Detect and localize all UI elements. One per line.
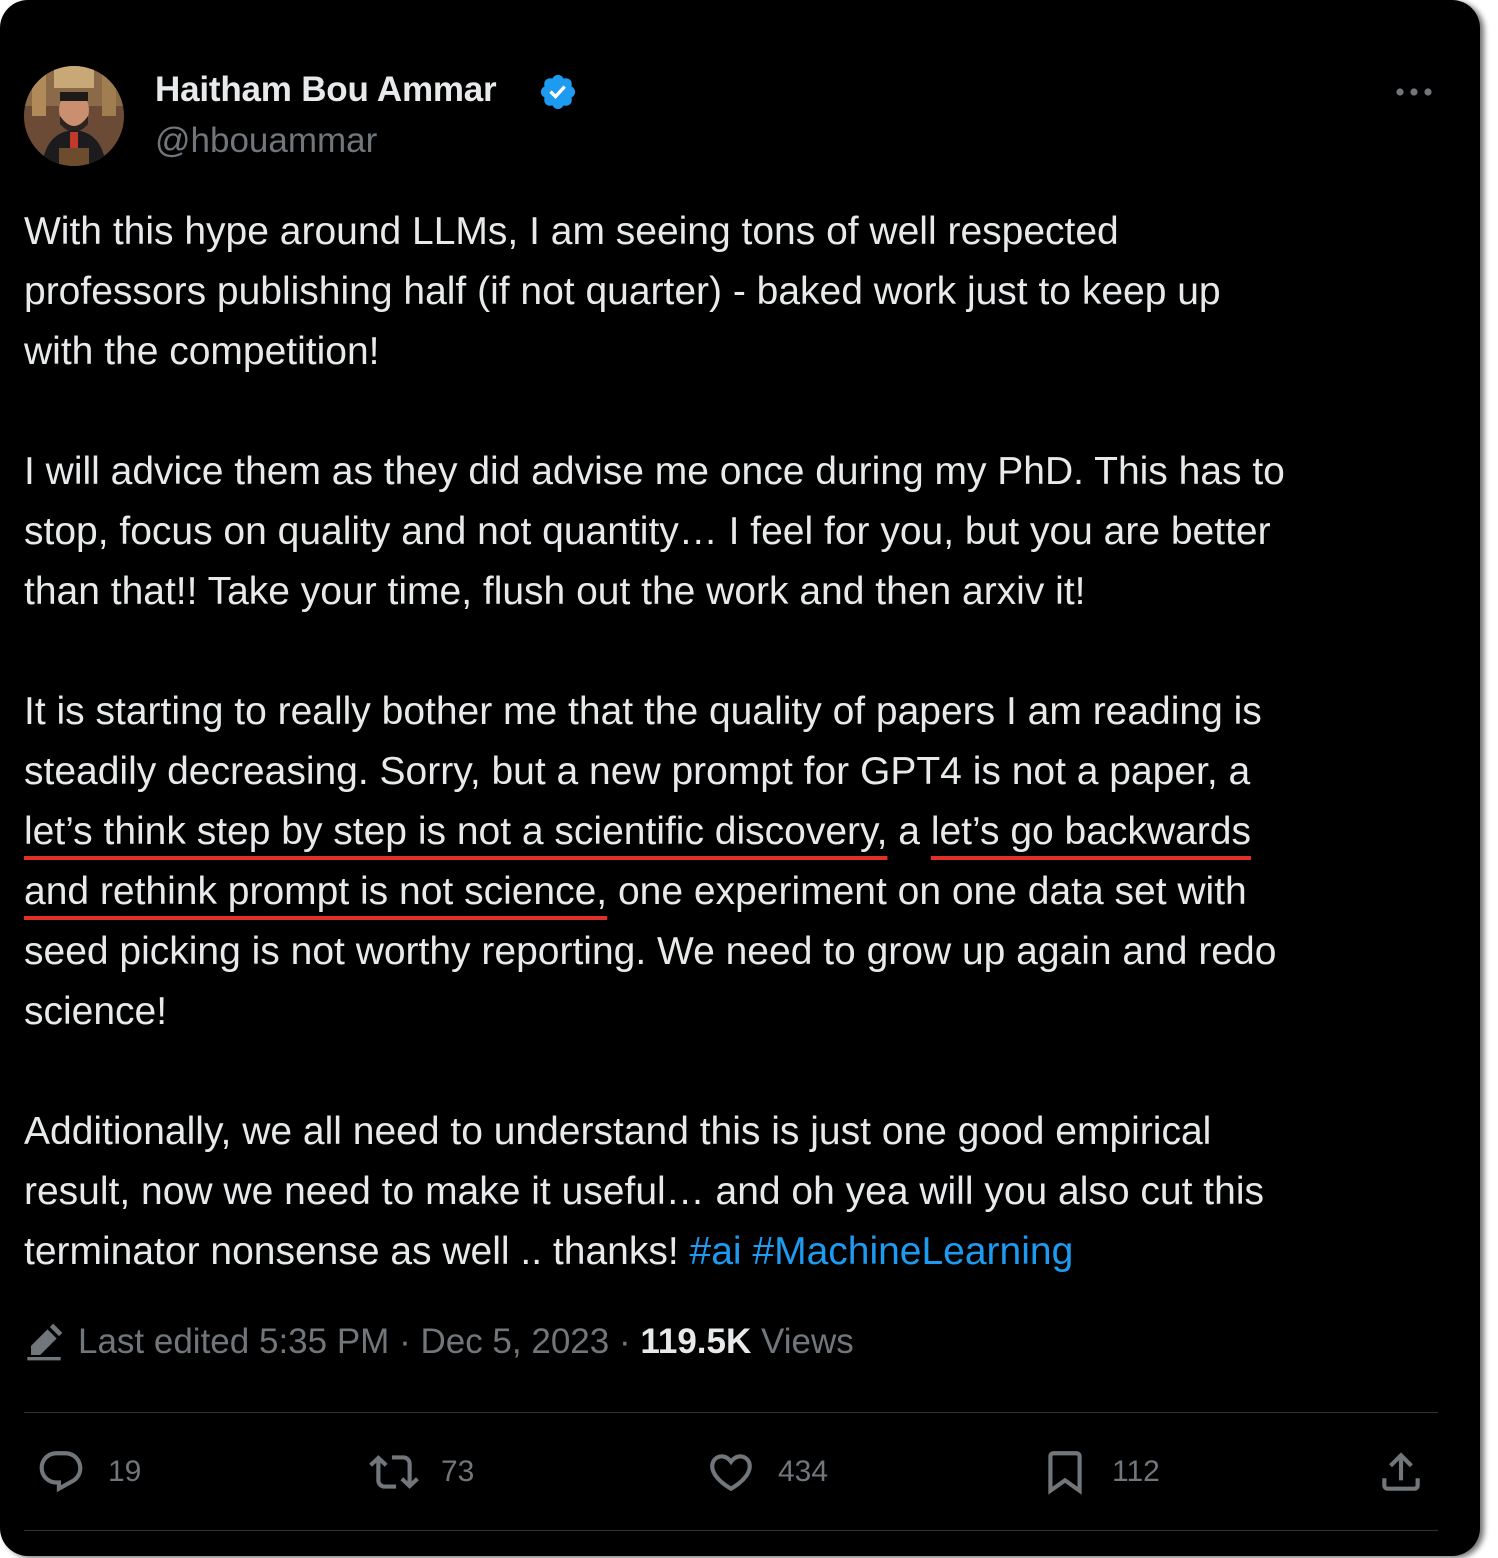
text-line: terminator nonsense as well .. thanks! #… xyxy=(24,1222,1454,1282)
edited-label[interactable]: Last edited xyxy=(78,1322,249,1362)
text-fragment: a xyxy=(887,810,931,853)
tweet-text: With this hype around LLMs, I am seeing … xyxy=(24,202,1454,1282)
text-line: and rethink prompt is not science, one e… xyxy=(24,862,1454,922)
repost-icon xyxy=(369,1455,419,1489)
tweet-paragraph-4: Additionally, we all need to understand … xyxy=(24,1102,1454,1282)
heart-icon xyxy=(710,1454,752,1492)
tweet-card: Haitham Bou Ammar @hbouammar With this h… xyxy=(0,0,1480,1556)
like-count: 434 xyxy=(778,1455,829,1488)
tweet-time[interactable]: 5:35 PM xyxy=(259,1322,389,1362)
tweet-paragraph-2: I will advice them as they did advise me… xyxy=(24,442,1454,622)
share-button[interactable] xyxy=(1376,1446,1426,1498)
underlined-phrase: and rethink prompt is not science, xyxy=(24,870,608,913)
text-line: result, now we need to make it useful… a… xyxy=(24,1170,1264,1213)
underlined-phrase: let’s think step by step is not a scient… xyxy=(24,810,888,853)
text-line: I will advice them as they did advise me… xyxy=(24,450,1285,493)
text-line: steadily decreasing. Sorry, but a new pr… xyxy=(24,750,1251,793)
text-fragment: one experiment on one data set with xyxy=(607,870,1247,913)
separator: · xyxy=(399,1322,411,1361)
reply-count: 19 xyxy=(108,1455,142,1488)
views-label: Views xyxy=(761,1322,854,1361)
hashtag-link-machinelearning[interactable]: #MachineLearning xyxy=(752,1230,1073,1273)
text-line: Additionally, we all need to understand … xyxy=(24,1110,1212,1153)
author-handle[interactable]: @hbouammar xyxy=(155,121,377,161)
repost-count: 73 xyxy=(441,1455,475,1488)
text-line: seed picking is not worthy reporting. We… xyxy=(24,930,1277,973)
views-count: 119.5K xyxy=(640,1322,752,1361)
bookmark-button[interactable]: 112 xyxy=(1040,1446,1160,1498)
pencil-icon xyxy=(27,1323,63,1361)
bookmark-count: 112 xyxy=(1112,1455,1160,1488)
separator: · xyxy=(618,1322,631,1361)
text-line: science! xyxy=(24,990,168,1033)
like-button[interactable]: 434 xyxy=(706,1446,828,1498)
bookmark-icon xyxy=(1048,1451,1082,1495)
share-icon xyxy=(1382,1452,1420,1491)
text-line: with the competition! xyxy=(24,330,380,373)
reply-icon xyxy=(39,1451,83,1493)
hashtag-link-ai[interactable]: #ai xyxy=(690,1230,742,1273)
text-line: professors publishing half (if not quart… xyxy=(24,270,1221,313)
avatar[interactable] xyxy=(24,66,124,166)
verified-badge-icon xyxy=(540,74,576,110)
text-line: stop, focus on quality and not quantity…… xyxy=(24,510,1271,553)
repost-button[interactable]: 73 xyxy=(369,1446,474,1498)
text-line: than that!! Take your time, flush out th… xyxy=(24,570,1086,613)
tweet-meta: Last edited 5:35 PM · Dec 5, 2023 · 119.… xyxy=(24,1322,854,1362)
text-fragment: terminator nonsense as well .. thanks! xyxy=(24,1230,690,1273)
text-line: It is starting to really bother me that … xyxy=(24,690,1262,733)
underlined-phrase: let’s go backwards xyxy=(930,810,1251,853)
divider xyxy=(24,1412,1438,1413)
tweet-paragraph-1: With this hype around LLMs, I am seeing … xyxy=(24,202,1454,382)
text-line: With this hype around LLMs, I am seeing … xyxy=(24,210,1119,253)
text-line: let’s think step by step is not a scient… xyxy=(24,802,1454,862)
tweet-date[interactable]: Dec 5, 2023 xyxy=(420,1322,609,1362)
divider xyxy=(24,1530,1438,1531)
avatar-photo xyxy=(24,66,124,166)
reply-button[interactable]: 19 xyxy=(36,1446,141,1498)
author-display-name[interactable]: Haitham Bou Ammar xyxy=(155,70,497,110)
tweet-paragraph-3: It is starting to really bother me that … xyxy=(24,682,1454,1042)
more-options-icon[interactable] xyxy=(1392,78,1436,106)
